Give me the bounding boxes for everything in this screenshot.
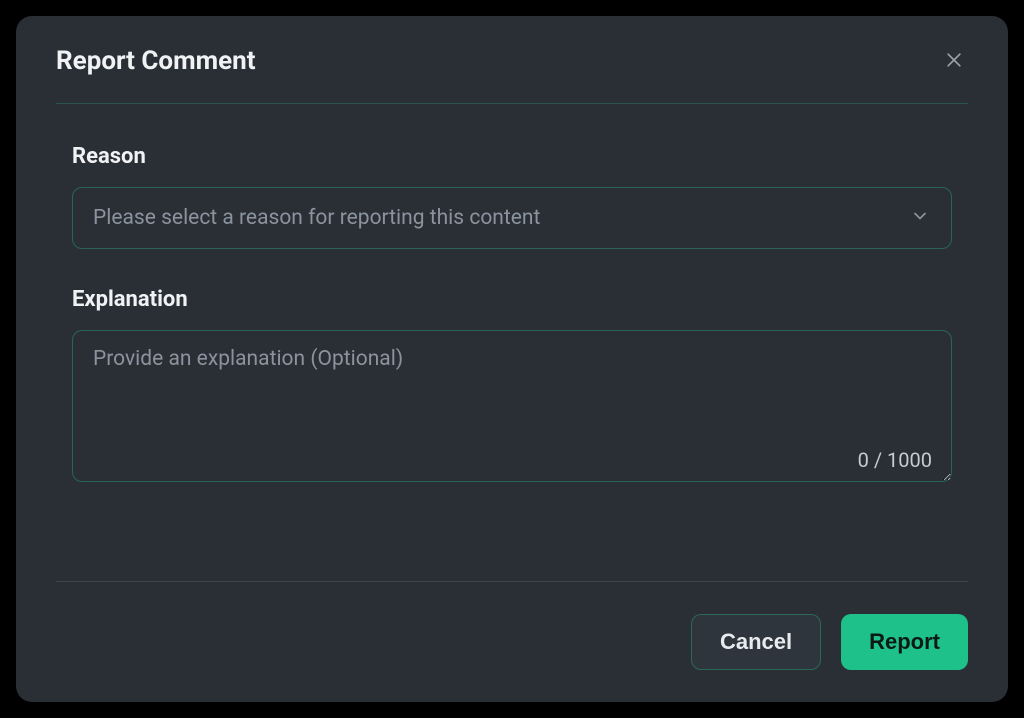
explanation-textarea-wrapper: 0 / 1000 <box>72 330 952 486</box>
report-button[interactable]: Report <box>841 614 968 670</box>
reason-select-placeholder: Please select a reason for reporting thi… <box>93 206 540 230</box>
explanation-textarea[interactable] <box>72 330 952 482</box>
explanation-label: Explanation <box>72 287 952 312</box>
modal-footer: Cancel Report <box>56 581 968 670</box>
close-icon <box>944 50 964 73</box>
modal-header: Report Comment <box>56 46 968 104</box>
reason-field-group: Reason Please select a reason for report… <box>72 144 952 249</box>
modal-title: Report Comment <box>56 46 256 76</box>
cancel-button[interactable]: Cancel <box>691 614 821 670</box>
explanation-field-group: Explanation 0 / 1000 <box>72 287 952 486</box>
report-modal: Report Comment Reason Please select a re… <box>16 16 1008 702</box>
close-button[interactable] <box>940 46 968 77</box>
reason-select[interactable]: Please select a reason for reporting thi… <box>72 187 952 249</box>
modal-body: Reason Please select a reason for report… <box>56 104 968 581</box>
reason-label: Reason <box>72 144 952 169</box>
reason-select-wrapper: Please select a reason for reporting thi… <box>72 187 952 249</box>
